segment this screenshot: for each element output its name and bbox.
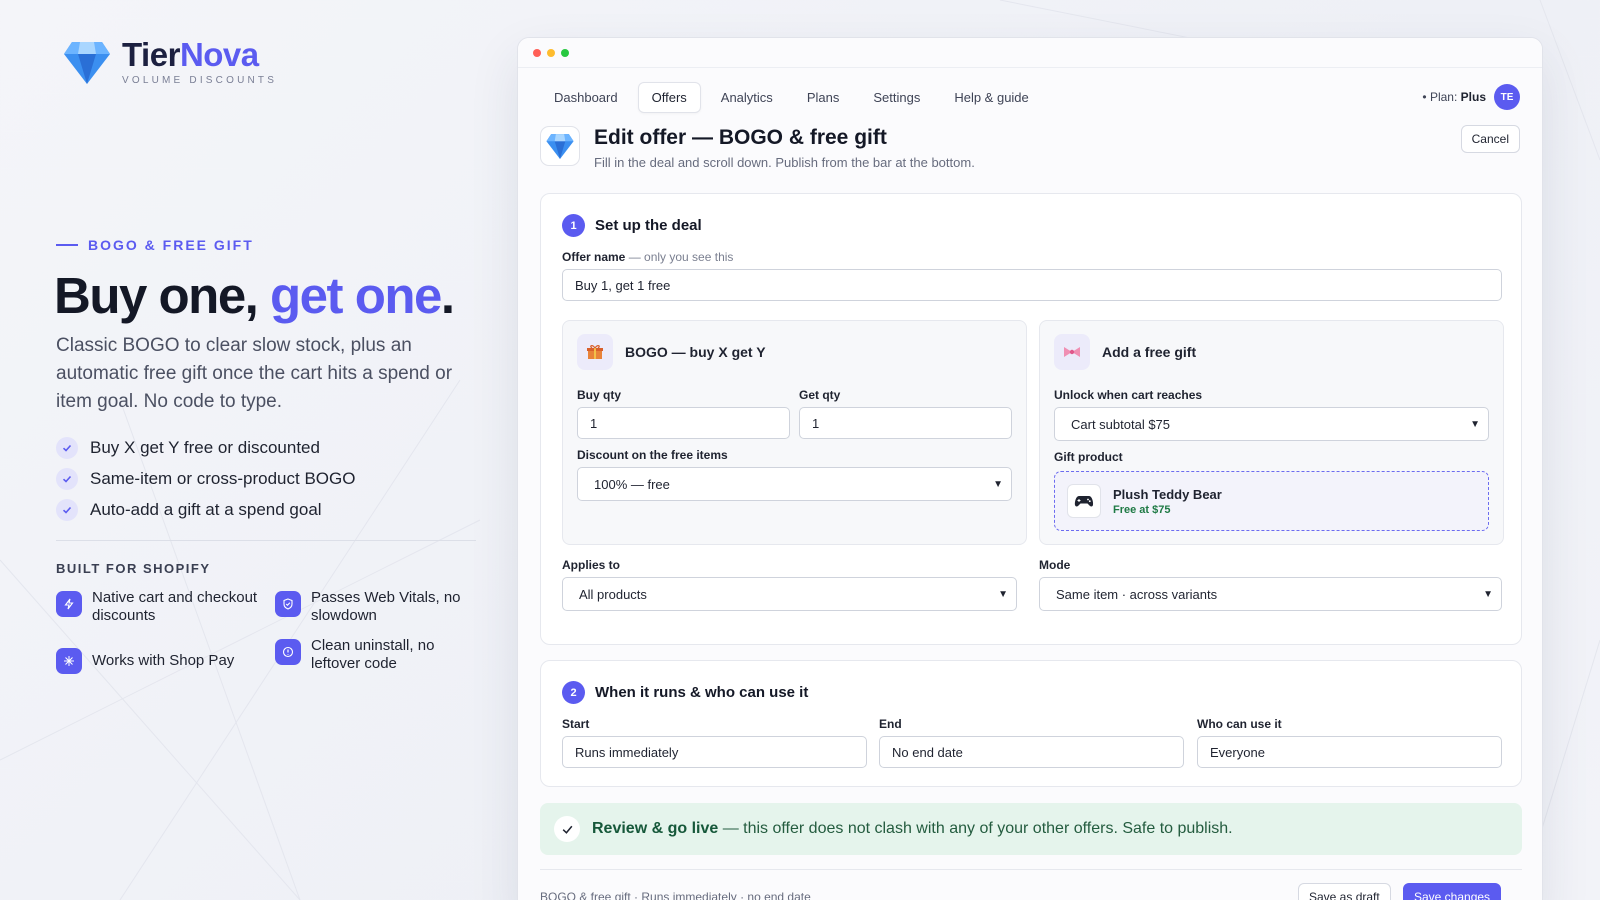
info-icon [275,639,301,665]
applies-to-select[interactable]: All products ▼ [562,577,1017,611]
unlock-label: Unlock when cart reaches [1054,388,1203,402]
schedule-card: 2 When it runs & who can use it Start Ru… [540,660,1522,787]
bolt-icon [56,591,82,617]
brand-logo: TierNova VOLUME DISCOUNTS [64,38,277,86]
check-icon [56,436,78,459]
feature-native-discounts: Native cart and checkout discounts [56,589,266,625]
page-title: Edit offer — BOGO & free gift [594,126,887,149]
feature-clean-uninstall: Clean uninstall, no leftover code [275,637,485,673]
feature-shop-pay: Works with Shop Pay [56,646,266,674]
minimize-window-button[interactable] [547,48,555,57]
gamepad-icon [1067,484,1101,518]
divider [56,540,476,541]
ribbon-icon [1054,334,1090,370]
cancel-button[interactable]: Cancel [1460,125,1520,153]
mode-select[interactable]: Same item · across variants ▼ [1039,577,1502,611]
get-qty-input[interactable]: 1 [799,407,1012,439]
benefit-item: Same-item or cross-product BOGO [56,463,355,494]
maximize-window-button[interactable] [561,48,569,57]
offer-summary: BOGO & free gift · Runs immediately · no… [540,890,811,900]
eyebrow: BOGO & FREE GIFT [56,237,254,253]
tab-dashboard[interactable]: Dashboard [540,82,632,113]
save-changes-button[interactable]: Save changes [1403,883,1502,900]
benefit-item: Buy X get Y free or discounted [56,432,355,463]
offer-name-input[interactable]: Buy 1, get 1 free [562,269,1502,301]
built-for-shopify-heading: BUILT FOR SHOPIFY [56,561,211,576]
tab-help-guide[interactable]: Help & guide [940,82,1042,113]
diamond-icon [540,126,580,166]
gift-product-note: Free at $75 [1113,503,1171,516]
brand-name: TierNova [122,36,259,73]
gift-product-label: Gift product [1054,450,1123,464]
shield-icon [275,591,301,617]
free-gift-heading: Add a free gift [1054,334,1196,370]
review-banner: Review & go live — this offer does not c… [540,803,1522,855]
gift-product-name: Plush Teddy Bear [1113,486,1222,502]
hero-description: Classic BOGO to clear slow stock, plus a… [56,335,453,412]
check-icon [56,498,78,521]
check-icon [56,467,78,490]
who-can-use-label: Who can use it [1197,717,1282,731]
feature-web-vitals: Passes Web Vitals, no slowdown [275,589,485,625]
end-label: End [879,717,902,731]
chevron-down-icon: ▼ [993,478,1003,490]
mode-label: Mode [1039,558,1071,572]
get-qty-label: Get qty [799,388,841,402]
buy-qty-input[interactable]: 1 [577,407,790,439]
chevron-down-icon: ▼ [998,588,1008,600]
close-window-button[interactable] [533,48,541,57]
diamond-icon [64,42,110,84]
sparkle-icon [56,648,82,674]
app-window: Dashboard Offers Analytics Plans Setting… [517,37,1543,900]
offer-name-label: Offer name — only you see this [562,250,734,264]
save-draft-button[interactable]: Save as draft [1298,883,1391,900]
bogo-panel: BOGO — buy X get Y Buy qty 1 Get qty 1 D… [562,320,1027,545]
step-number: 1 [562,214,585,237]
tab-settings[interactable]: Settings [859,82,934,113]
chevron-down-icon: ▼ [1470,418,1480,430]
who-can-use-input[interactable]: Everyone [1197,736,1502,768]
discount-select[interactable]: 100% — free ▼ [577,467,1012,501]
benefit-list: Buy X get Y free or discounted Same-item… [56,432,355,525]
tab-analytics[interactable]: Analytics [707,82,787,113]
page-header: Edit offer — BOGO & free gift Fill in th… [540,126,975,170]
start-input[interactable]: Runs immediately [562,736,867,768]
buy-qty-label: Buy qty [577,388,622,402]
gift-box-icon [577,334,613,370]
section-heading: 1 Set up the deal [562,214,702,237]
setup-deal-card: 1 Set up the deal Offer name — only you … [540,193,1522,645]
end-input[interactable]: No end date [879,736,1184,768]
discount-label: Discount on the free items [577,448,728,462]
applies-to-label: Applies to [562,558,621,572]
benefit-item: Auto-add a gift at a spend goal [56,494,355,525]
gift-product-picker[interactable]: Plush Teddy Bear Free at $75 [1054,471,1489,531]
tab-plans[interactable]: Plans [793,82,854,113]
brand-tagline: VOLUME DISCOUNTS [122,75,278,86]
page-subtitle: Fill in the deal and scroll down. Publis… [594,155,975,170]
check-circle-icon [554,816,580,842]
step-number: 2 [562,681,585,704]
free-gift-panel: Add a free gift Unlock when cart reaches… [1039,320,1504,545]
divider [540,869,1522,870]
avatar[interactable]: TE [1494,84,1520,110]
unlock-threshold-select[interactable]: Cart subtotal $75 ▼ [1054,407,1489,441]
start-label: Start [562,717,590,731]
bogo-heading: BOGO — buy X get Y [577,334,766,370]
plan-indicator: • Plan: Plus TE [1422,84,1520,110]
window-titlebar [518,38,1542,68]
tab-offers[interactable]: Offers [637,82,701,113]
chevron-down-icon: ▼ [1483,588,1493,600]
section-heading: 2 When it runs & who can use it [562,681,808,704]
marketing-panel: TierNova VOLUME DISCOUNTS BOGO & FREE GI… [0,0,500,900]
hero-title: Buy one, get one. [54,267,455,324]
main-nav: Dashboard Offers Analytics Plans Setting… [540,82,1043,113]
